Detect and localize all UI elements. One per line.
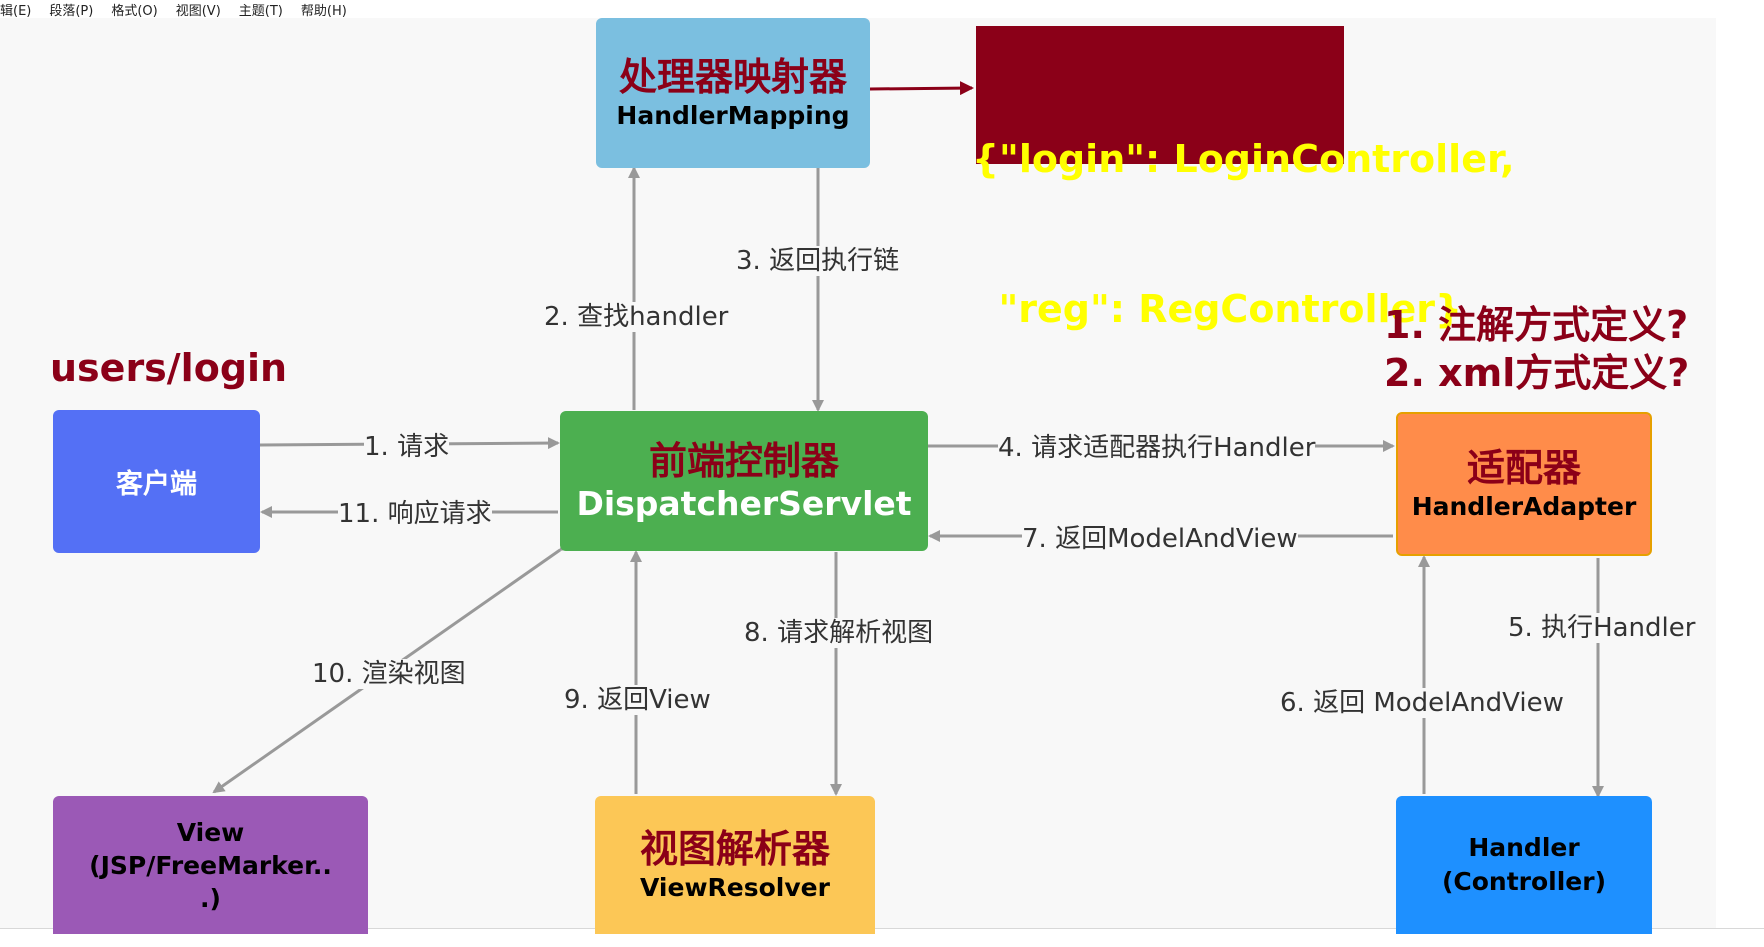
edge-label-1: 1. 请求 bbox=[364, 432, 450, 462]
view-line3: .) bbox=[200, 883, 221, 913]
question-note-1: 1. 注解方式定义? bbox=[1384, 303, 1689, 347]
edge-label-3: 3. 返回执行链 bbox=[736, 246, 900, 276]
handler-mapping-en: HandlerMapping bbox=[616, 101, 850, 130]
mapping-line-login: {"login": LoginController, bbox=[972, 137, 1515, 181]
url-note: users/login bbox=[50, 346, 288, 390]
view-line1: View bbox=[176, 817, 245, 847]
handler-node: Handler (Controller) bbox=[1396, 796, 1652, 934]
adapter-cn: 适配器 bbox=[1466, 446, 1581, 490]
edge-label-9: 9. 返回View bbox=[564, 685, 711, 715]
edge-label-5: 5. 执行Handler bbox=[1508, 613, 1696, 643]
view-resolver-node: 视图解析器 ViewResolver bbox=[595, 796, 875, 934]
edge-label-4: 4. 请求适配器执行Handler bbox=[998, 433, 1316, 463]
handler-line1: Handler bbox=[1468, 833, 1580, 862]
adapter-node: 适配器 HandlerAdapter bbox=[1396, 412, 1652, 556]
handler-mapping-cn: 处理器映射器 bbox=[618, 55, 847, 99]
edge-label-7: 7. 返回ModelAndView bbox=[1022, 524, 1298, 554]
view-node: View (JSP/FreeMarker.. .) bbox=[53, 796, 368, 934]
edge-label-10: 10. 渲染视图 bbox=[312, 659, 466, 689]
question-note-2: 2. xml方式定义? bbox=[1384, 351, 1690, 395]
dispatcher-cn: 前端控制器 bbox=[648, 439, 839, 483]
client-node: 客户端 bbox=[53, 410, 260, 553]
adapter-en: HandlerAdapter bbox=[1411, 492, 1637, 521]
view-line2: (JSP/FreeMarker.. bbox=[89, 850, 332, 880]
handler-line2: (Controller) bbox=[1441, 867, 1607, 896]
view-resolver-cn: 视图解析器 bbox=[639, 827, 830, 871]
arrow-mapping-table bbox=[869, 81, 974, 96]
edge-label-8: 8. 请求解析视图 bbox=[744, 618, 934, 648]
handler-mapping-node: 处理器映射器 HandlerMapping bbox=[596, 18, 870, 168]
client-label: 客户端 bbox=[116, 469, 197, 500]
view-resolver-en: ViewResolver bbox=[640, 873, 830, 902]
dispatcher-node: 前端控制器 DispatcherServlet bbox=[560, 411, 928, 551]
edge-label-2: 2. 查找handler bbox=[544, 302, 729, 332]
edge-label-6: 6. 返回 ModelAndView bbox=[1280, 688, 1564, 718]
edge-label-11: 11. 响应请求 bbox=[338, 499, 492, 529]
dispatcher-en: DispatcherServlet bbox=[576, 484, 912, 523]
